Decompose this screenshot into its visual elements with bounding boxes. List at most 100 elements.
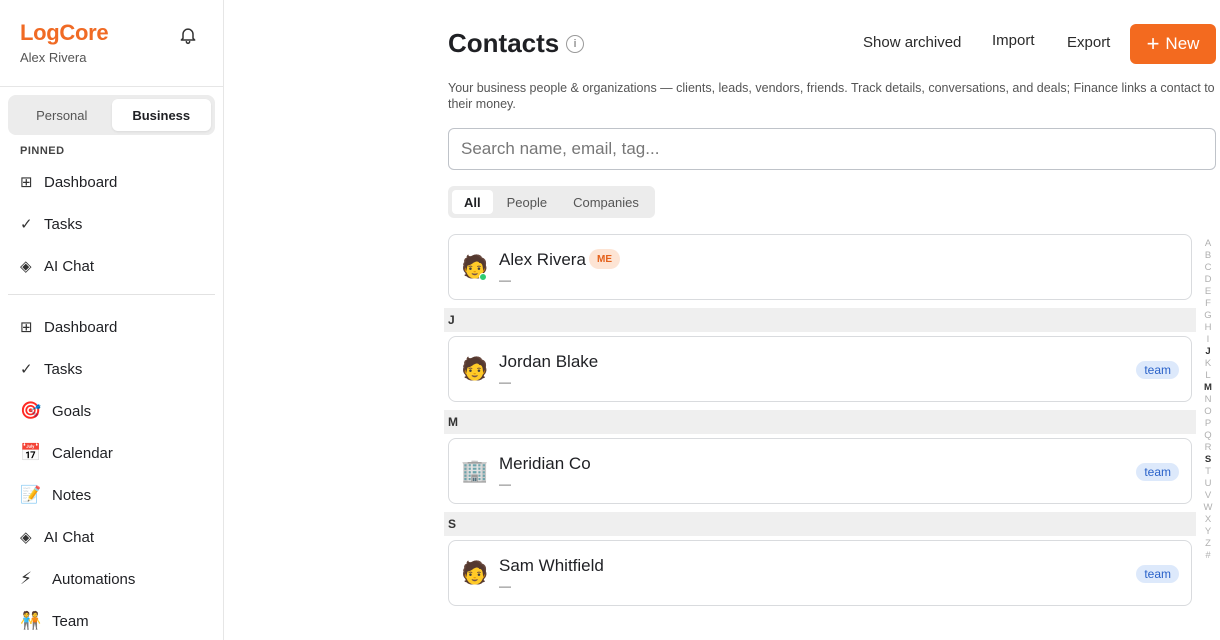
alphabet-letter-o[interactable]: O xyxy=(1204,406,1211,418)
sidebar-item-dashboard[interactable]: ⊞ Dashboard xyxy=(8,306,215,348)
tag-badge: team xyxy=(1136,565,1179,583)
alphabet-letter-j[interactable]: J xyxy=(1205,346,1210,358)
sidebar-item-goals[interactable]: 🎯 Goals xyxy=(8,390,215,432)
workspace-business-button[interactable]: Business xyxy=(111,99,211,131)
sidebar-item-team[interactable]: 🧑‍🤝‍🧑 Team xyxy=(8,600,215,640)
check-icon: ✓ xyxy=(20,361,33,378)
alphabet-letter-p[interactable]: P xyxy=(1205,418,1211,430)
person-avatar-icon: 🧑 xyxy=(461,356,489,381)
alphabet-letter-e[interactable]: E xyxy=(1205,286,1211,298)
alphabet-letter-h[interactable]: H xyxy=(1205,322,1212,334)
sidebar: LogCore Alex Rivera Personal Business PI… xyxy=(0,0,224,640)
ai-chat-icon: ◈ xyxy=(20,258,32,275)
contact-name: Meridian Co xyxy=(499,454,591,473)
filter-all[interactable]: All xyxy=(452,190,493,214)
nav-item-label: Calendar xyxy=(52,444,113,462)
grid-icon: ⊞ xyxy=(20,174,33,191)
alphabet-letter-s[interactable]: S xyxy=(1205,454,1211,466)
contact-type-filter: All People Companies xyxy=(448,186,655,218)
contact-subtitle: — xyxy=(499,273,511,287)
alphabet-letter-b[interactable]: B xyxy=(1205,250,1211,262)
filter-people[interactable]: People xyxy=(495,190,559,214)
pinned-item-tasks[interactable]: ✓ Tasks xyxy=(8,203,215,245)
sidebar-item-ai-chat[interactable]: ◈ AI Chat xyxy=(8,516,215,558)
alphabet-letter-y[interactable]: Y xyxy=(1205,526,1211,538)
nav-item-label: Team xyxy=(52,612,89,630)
notifications-bell-icon[interactable] xyxy=(178,25,198,45)
nav-item-label: Automations xyxy=(52,570,136,588)
me-badge: ME xyxy=(589,249,620,269)
import-button[interactable]: Import xyxy=(992,32,1035,49)
alphabet-letter-l[interactable]: L xyxy=(1205,370,1210,382)
alphabet-letter-w[interactable]: W xyxy=(1204,502,1213,514)
pinned-divider xyxy=(8,294,215,295)
contact-name: Sam Whitfield xyxy=(499,556,604,575)
contact-card[interactable]: 🧑 Sam Whitfield — team xyxy=(448,540,1192,606)
person-avatar-icon: 🧑 xyxy=(461,560,489,585)
nav-item-label: Tasks xyxy=(44,360,83,378)
alphabet-letter-c[interactable]: C xyxy=(1205,262,1212,274)
alphabet-letter-q[interactable]: Q xyxy=(1204,430,1211,442)
alphabet-letter-g[interactable]: G xyxy=(1204,310,1211,322)
contact-name: Jordan Blake xyxy=(499,352,599,371)
alphabet-letter-u[interactable]: U xyxy=(1205,478,1212,490)
contact-subtitle: — xyxy=(499,375,511,389)
group-header-j: J xyxy=(444,308,1196,332)
lightning-icon: ⚡ xyxy=(20,569,32,588)
pinned-item-dashboard[interactable]: ⊞ Dashboard xyxy=(8,161,215,203)
show-archived-button[interactable]: Show archived xyxy=(863,34,961,51)
search-input[interactable] xyxy=(448,128,1216,170)
office-building-icon: 🏢 xyxy=(461,458,489,483)
contact-card[interactable]: 🧑 Jordan Blake — team xyxy=(448,336,1192,402)
nav-item-label: Tasks xyxy=(44,215,83,233)
group-header-s: S xyxy=(444,512,1196,536)
alphabet-letter-x[interactable]: X xyxy=(1205,514,1211,526)
grid-icon: ⊞ xyxy=(20,319,33,336)
group-header-m: M xyxy=(444,410,1196,434)
alphabet-letter-a[interactable]: A xyxy=(1205,238,1211,250)
sidebar-item-automations[interactable]: ⚡ Automations xyxy=(8,558,215,600)
info-icon[interactable]: i xyxy=(566,35,584,53)
alphabet-letter-k[interactable]: K xyxy=(1205,358,1211,370)
page-title: Contacts xyxy=(448,28,560,58)
alphabet-letter-f[interactable]: F xyxy=(1205,298,1211,310)
tag-badge: team xyxy=(1136,361,1179,379)
nav-item-label: AI Chat xyxy=(44,528,95,546)
alphabet-letter-t[interactable]: T xyxy=(1205,466,1211,478)
contact-card-me[interactable]: 🧑 Alex Rivera ME — xyxy=(448,234,1192,300)
workspace-switcher: Personal Business xyxy=(8,95,215,135)
memo-icon: 📝 xyxy=(20,485,42,504)
alphabet-letter-r[interactable]: R xyxy=(1205,442,1212,454)
brand: LogCore Alex Rivera xyxy=(20,20,109,65)
sidebar-divider xyxy=(0,86,223,87)
app-logo[interactable]: LogCore xyxy=(20,20,109,46)
alphabet-letter-i[interactable]: I xyxy=(1207,334,1210,346)
pinned-nav: ⊞ Dashboard ✓ Tasks ◈ AI Chat xyxy=(8,161,215,287)
new-contact-button[interactable]: + New xyxy=(1130,24,1216,64)
sidebar-item-notes[interactable]: 📝 Notes xyxy=(8,474,215,516)
sidebar-item-calendar[interactable]: 📅 Calendar xyxy=(8,432,215,474)
alphabet-letter-v[interactable]: V xyxy=(1205,490,1211,502)
alphabet-letter-d[interactable]: D xyxy=(1205,274,1212,286)
pinned-item-ai-chat[interactable]: ◈ AI Chat xyxy=(8,245,215,287)
contact-subtitle: — xyxy=(499,477,511,491)
page-header: Contacts i Show archived Import Export +… xyxy=(448,24,1216,64)
ai-chat-icon: ◈ xyxy=(20,529,32,546)
export-button[interactable]: Export xyxy=(1067,34,1110,51)
contact-card[interactable]: 🏢 Meridian Co — team xyxy=(448,438,1192,504)
tag-badge: team xyxy=(1136,463,1179,481)
filter-companies[interactable]: Companies xyxy=(561,190,651,214)
nav-item-label: Notes xyxy=(52,486,92,504)
alphabet-letter-hash[interactable]: # xyxy=(1205,550,1210,562)
current-user-name: Alex Rivera xyxy=(20,50,87,65)
alphabet-index: A B C D E F G H I J K L M N O P Q R S T U V W X Y Z # xyxy=(1202,238,1214,562)
workspace-personal-button[interactable]: Personal xyxy=(12,99,112,131)
sidebar-item-tasks[interactable]: ✓ Tasks xyxy=(8,348,215,390)
contact-subtitle: — xyxy=(499,579,511,593)
contact-name: Alex Rivera xyxy=(499,250,586,269)
alphabet-letter-n[interactable]: N xyxy=(1205,394,1212,406)
alphabet-letter-z[interactable]: Z xyxy=(1205,538,1211,550)
main-nav: ⊞ Dashboard ✓ Tasks 🎯 Goals 📅 Calendar 📝… xyxy=(8,306,215,640)
alphabet-letter-m[interactable]: M xyxy=(1204,382,1212,394)
pinned-section-title: PINNED xyxy=(20,145,65,157)
